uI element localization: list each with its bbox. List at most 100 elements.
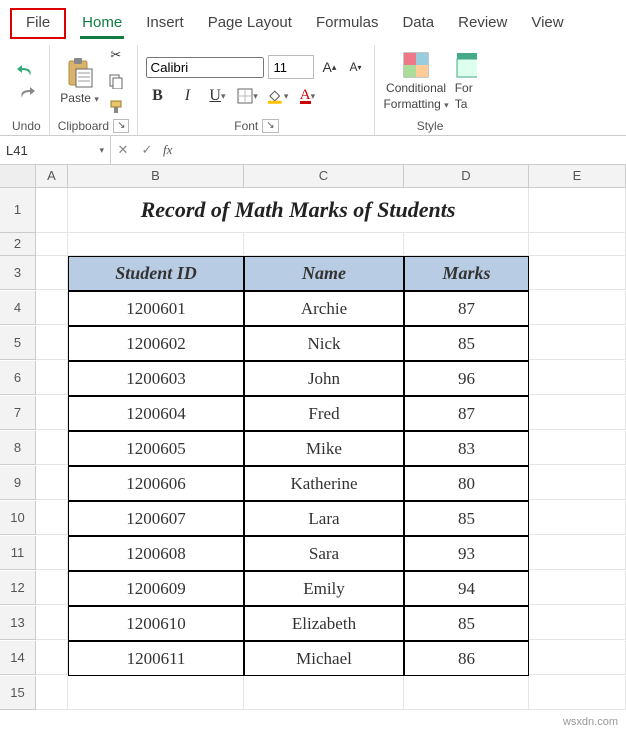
cell[interactable] [529,361,626,395]
row-header[interactable]: 12 [0,571,36,605]
cut-icon[interactable]: ✂ [105,44,127,66]
row-header[interactable]: 8 [0,431,36,465]
td-id[interactable]: 1200601 [68,291,244,326]
fx-icon[interactable]: fx [159,142,176,158]
cell[interactable] [244,233,404,256]
cell[interactable] [36,641,68,675]
row-header[interactable]: 1 [0,188,36,233]
td-id[interactable]: 1200604 [68,396,244,431]
td-marks[interactable]: 86 [404,641,529,676]
col-header[interactable]: A [36,165,68,188]
row-header[interactable]: 13 [0,606,36,640]
cell[interactable] [36,361,68,395]
cell[interactable] [529,188,626,233]
td-name[interactable]: Lara [244,501,404,536]
cell[interactable] [404,676,529,710]
td-id[interactable]: 1200611 [68,641,244,676]
decrease-font-icon[interactable]: A▾ [344,56,366,78]
cell[interactable] [529,466,626,500]
cell[interactable] [36,676,68,710]
row-header[interactable]: 14 [0,641,36,675]
col-header[interactable]: E [529,165,626,188]
cell[interactable] [36,571,68,605]
cell[interactable] [36,233,68,256]
select-all-corner[interactable] [0,165,36,188]
td-marks[interactable]: 85 [404,606,529,641]
cell[interactable] [529,256,626,290]
bold-button[interactable]: B [146,85,168,107]
cell[interactable] [36,431,68,465]
cell[interactable] [529,571,626,605]
td-marks[interactable]: 87 [404,396,529,431]
td-name[interactable]: Mike [244,431,404,466]
paste-button[interactable]: Paste ▾ [60,57,99,105]
format-as-table-button[interactable]: For Ta [455,51,477,111]
cell[interactable] [529,233,626,256]
row-header[interactable]: 2 [0,233,36,256]
th-student-id[interactable]: Student ID [68,256,244,291]
undo-icon[interactable] [15,59,37,81]
row-header[interactable]: 6 [0,361,36,395]
spreadsheet-grid[interactable]: A B C D E 1 Record of Math Marks of Stud… [0,165,626,710]
row-header[interactable]: 11 [0,536,36,570]
cell[interactable] [404,233,529,256]
cancel-formula-icon[interactable]: ✕ [111,142,135,158]
cell[interactable] [36,326,68,360]
clipboard-dialog-launcher-icon[interactable]: ↘ [113,119,129,133]
italic-button[interactable]: I [176,85,198,107]
td-name[interactable]: Katherine [244,466,404,501]
row-header[interactable]: 15 [0,676,36,710]
cell[interactable] [529,501,626,535]
copy-icon[interactable] [105,70,127,92]
td-marks[interactable]: 85 [404,326,529,361]
cell[interactable] [36,291,68,325]
font-color-icon[interactable]: A▾ [296,85,318,107]
td-name[interactable]: Archie [244,291,404,326]
fill-color-icon[interactable]: ▾ [266,85,288,107]
td-marks[interactable]: 94 [404,571,529,606]
td-id[interactable]: 1200602 [68,326,244,361]
row-header[interactable]: 5 [0,326,36,360]
td-marks[interactable]: 83 [404,431,529,466]
td-id[interactable]: 1200608 [68,536,244,571]
td-marks[interactable]: 85 [404,501,529,536]
tab-file[interactable]: File [10,8,66,39]
row-header[interactable]: 7 [0,396,36,430]
tab-review[interactable]: Review [446,8,519,39]
td-id[interactable]: 1200603 [68,361,244,396]
cell[interactable] [68,676,244,710]
cell[interactable] [36,256,68,290]
cell[interactable] [529,641,626,675]
row-header[interactable]: 9 [0,466,36,500]
tab-view[interactable]: View [519,8,575,39]
cell[interactable] [36,188,68,233]
cell[interactable] [36,501,68,535]
tab-page-layout[interactable]: Page Layout [196,8,304,39]
formula-input[interactable] [176,136,626,164]
row-header[interactable]: 4 [0,291,36,325]
conditional-formatting-button[interactable]: Conditional Formatting ▾ [383,51,448,111]
td-id[interactable]: 1200607 [68,501,244,536]
col-header[interactable]: C [244,165,404,188]
borders-icon[interactable]: ▾ [236,85,258,107]
td-id[interactable]: 1200606 [68,466,244,501]
tab-home[interactable]: Home [70,8,134,39]
font-size-select[interactable] [268,55,314,79]
cell[interactable] [529,536,626,570]
cell[interactable] [529,291,626,325]
td-id[interactable]: 1200605 [68,431,244,466]
th-marks[interactable]: Marks [404,256,529,291]
td-marks[interactable]: 80 [404,466,529,501]
td-name[interactable]: Nick [244,326,404,361]
cell[interactable] [36,606,68,640]
cell[interactable] [36,466,68,500]
td-marks[interactable]: 96 [404,361,529,396]
td-name[interactable]: Michael [244,641,404,676]
chevron-down-icon[interactable]: ▾ [99,145,104,156]
format-painter-icon[interactable] [105,96,127,118]
cell[interactable] [244,676,404,710]
row-header[interactable]: 3 [0,256,36,290]
td-id[interactable]: 1200609 [68,571,244,606]
col-header[interactable]: D [404,165,529,188]
td-name[interactable]: Elizabeth [244,606,404,641]
